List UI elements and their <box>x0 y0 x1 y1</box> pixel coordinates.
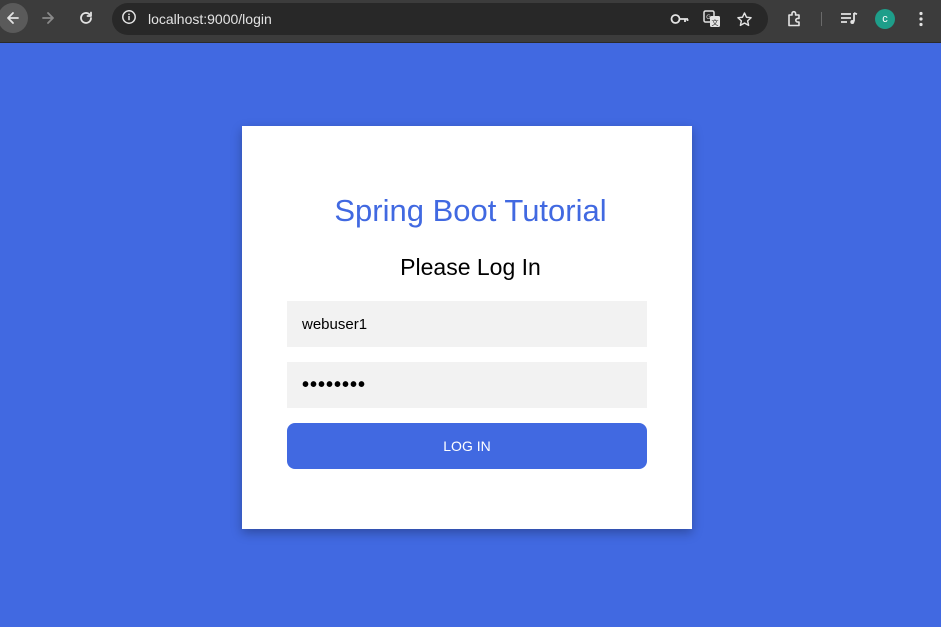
browser-toolbar: localhost:9000/login 文G c <box>0 0 941 43</box>
back-button[interactable] <box>0 3 28 33</box>
reload-icon <box>78 10 94 26</box>
reload-button[interactable] <box>71 3 101 33</box>
arrow-left-icon <box>5 10 21 26</box>
svg-text:文: 文 <box>712 18 719 27</box>
url-text[interactable]: localhost:9000/login <box>148 11 272 27</box>
login-button[interactable]: LOG IN <box>287 423 647 469</box>
svg-text:G: G <box>706 14 711 21</box>
media-control-icon[interactable] <box>839 9 859 29</box>
info-icon <box>121 9 137 30</box>
login-heading: Please Log In <box>400 254 541 280</box>
page-title: Spring Boot Tutorial <box>334 193 607 228</box>
username-input[interactable] <box>287 301 647 347</box>
more-vert-icon[interactable] <box>911 9 931 29</box>
address-bar[interactable]: localhost:9000/login 文G <box>112 3 768 35</box>
star-icon[interactable] <box>734 9 754 29</box>
site-info-button[interactable] <box>118 8 140 30</box>
toolbar-divider <box>821 12 822 26</box>
extensions-icon[interactable] <box>785 9 805 29</box>
arrow-right-icon <box>40 10 56 26</box>
forward-button[interactable] <box>33 3 63 33</box>
profile-avatar[interactable]: c <box>875 9 895 29</box>
password-input[interactable] <box>287 362 647 408</box>
key-icon[interactable] <box>670 9 690 29</box>
translate-icon[interactable]: 文G <box>702 9 722 29</box>
